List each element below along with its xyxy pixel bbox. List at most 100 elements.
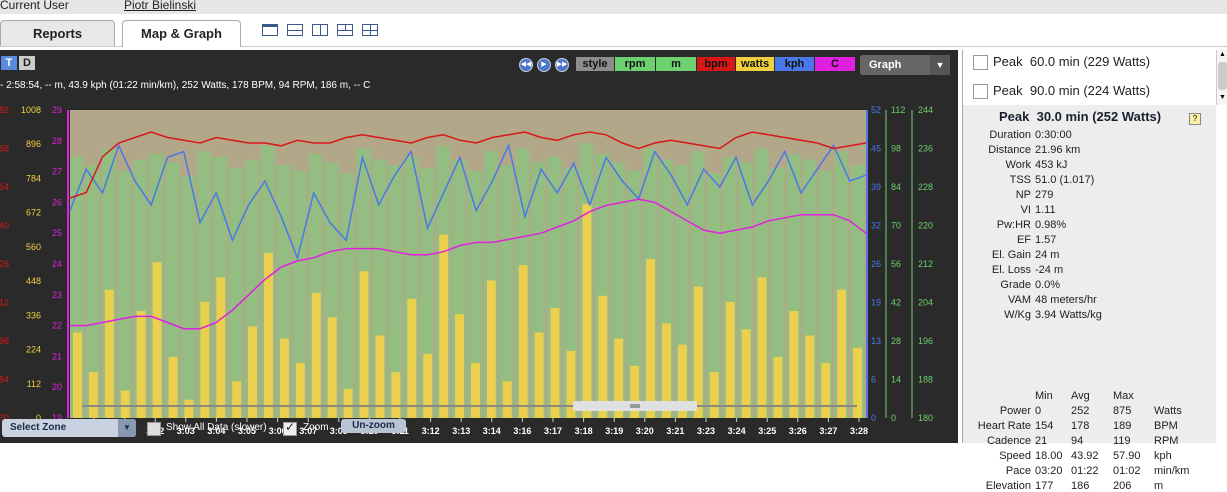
watts-bar: [343, 388, 353, 418]
legend-rpm[interactable]: rpm: [615, 57, 655, 71]
graph-select-label: Graph: [869, 59, 902, 71]
temp-axis-tick: 28: [52, 136, 62, 146]
stat-label: VAM: [1007, 294, 1031, 306]
table-cell: kph: [1154, 450, 1172, 462]
scroll-up-icon[interactable]: ▲: [1218, 51, 1227, 60]
legend-watts[interactable]: watts: [736, 57, 774, 71]
grip-icon: [630, 404, 640, 408]
help-icon[interactable]: ?: [1189, 113, 1201, 125]
watts-axis-tick: 784: [26, 173, 41, 183]
bpm-axis-tick: 84: [0, 375, 9, 385]
top-bar: Current User Piotr Bielinski: [0, 0, 1227, 14]
table-cell: 01:02: [1113, 465, 1141, 477]
show-all-data-checkbox[interactable]: [147, 422, 161, 436]
table-cell: Watts: [1154, 405, 1182, 417]
peak-60-checkbox[interactable]: [973, 55, 988, 70]
stat-value: 0:30:00: [1035, 129, 1072, 141]
rpm-bar: [229, 167, 244, 418]
stat-label: Grade: [1000, 279, 1031, 291]
peak-90-label: Peak 90.0 min (224 Watts): [993, 83, 1151, 98]
rpm-bar: [181, 176, 196, 418]
unzoom-button[interactable]: Un-zoom: [341, 419, 406, 433]
table-cell: 18.00: [1035, 450, 1063, 462]
temp-axis-tick: 26: [52, 197, 62, 207]
peaks-scrollbar[interactable]: ▲ ▼: [1216, 50, 1227, 105]
select-zone-dropdown[interactable]: Select Zone ▼: [2, 419, 136, 437]
peak-stats-panel: Peak 30.0 min (252 Watts) ? Duration 0:30…: [963, 105, 1216, 492]
layout-three-pane-icon[interactable]: [337, 24, 353, 36]
watts-bar: [232, 381, 242, 418]
watts-bar: [789, 311, 799, 418]
distance-toggle-button[interactable]: D: [19, 56, 35, 70]
watts-bar: [518, 265, 528, 418]
rpm-axis-tick: 0: [891, 413, 896, 423]
watts-bar: [821, 363, 831, 418]
rpm-axis-tick: 112: [891, 105, 905, 115]
watts-axis-tick: 560: [26, 242, 41, 252]
peak-90-checkbox[interactable]: [973, 84, 988, 99]
time-toggle-button[interactable]: T: [1, 56, 17, 70]
show-all-data-label: Show All Data (slower): [166, 422, 267, 433]
x-tick-label: 3:27: [819, 426, 837, 436]
tab-reports[interactable]: Reports: [0, 20, 115, 46]
chevron-down-icon: ▼: [118, 419, 136, 437]
rewind-icon[interactable]: ◀◀: [519, 58, 533, 72]
kph-axis-tick: 0: [871, 413, 876, 423]
table-cell: 875: [1113, 405, 1132, 417]
rpm-axis-tick: 84: [891, 182, 901, 192]
stat-label: TSS: [1009, 174, 1031, 186]
bpm-axis-tick: 168: [0, 144, 9, 154]
rpm-axis-tick: 14: [891, 375, 901, 385]
kph-axis-tick: 52: [871, 105, 881, 115]
layout-horizontal-split-icon[interactable]: [287, 24, 303, 36]
tab-bar: Reports Map & Graph: [0, 14, 1227, 47]
layout-four-pane-icon[interactable]: [362, 24, 378, 36]
play-icon[interactable]: ▶: [537, 58, 551, 72]
x-tick-label: 3:24: [728, 426, 746, 436]
zoom-slider-handle[interactable]: [573, 401, 697, 411]
zoom-slider-track[interactable]: [82, 405, 857, 407]
x-tick-label: 3:20: [636, 426, 654, 436]
stat-value: 453 kJ: [1035, 159, 1068, 171]
layout-single-icon[interactable]: [262, 24, 278, 36]
user-name-link[interactable]: Piotr Bielinski: [124, 0, 196, 12]
fast-forward-icon[interactable]: ▶▶: [555, 58, 569, 72]
elevation-axis-tick: 180: [918, 413, 933, 423]
legend-m[interactable]: m: [656, 57, 696, 71]
scroll-thumb[interactable]: [1218, 62, 1227, 90]
graph-select[interactable]: Graph ▼: [860, 55, 950, 75]
table-cell: 94: [1071, 435, 1084, 447]
bpm-axis-tick: 182: [0, 105, 9, 115]
chart-svg[interactable]: 7084981121261401541681820112224336448560…: [0, 98, 958, 446]
stat-label: El. Loss: [991, 264, 1031, 276]
stat-label: NP: [1015, 189, 1031, 201]
rpm-axis-tick: 56: [891, 259, 901, 269]
watts-bar: [486, 280, 496, 418]
legend-kph[interactable]: kph: [775, 57, 814, 71]
watts-axis-tick: 336: [26, 310, 41, 320]
watts-bar: [168, 356, 178, 418]
watts-bar: [327, 317, 337, 418]
temp-axis-tick: 20: [52, 382, 62, 392]
x-tick-label: 3:23: [697, 426, 715, 436]
zoom-checkbox[interactable]: ✓: [283, 420, 297, 436]
watts-bar: [598, 295, 608, 418]
chevron-down-icon: ▼: [930, 55, 950, 75]
layout-vertical-split-icon[interactable]: [312, 24, 328, 36]
kph-axis-tick: 26: [871, 259, 881, 269]
table-cell: BPM: [1154, 420, 1178, 432]
watts-bar: [757, 277, 767, 418]
legend-style[interactable]: style: [576, 57, 614, 71]
table-cell: 21: [1035, 435, 1048, 447]
elevation-axis-tick: 204: [918, 298, 933, 308]
table-cell: 206: [1113, 480, 1132, 492]
cursor-info-line: - 2:58:54, -- m, 43.9 kph (01:22 min/km)…: [0, 80, 371, 91]
watts-bar: [502, 381, 512, 418]
scroll-down-icon[interactable]: ▼: [1218, 94, 1227, 103]
tab-map-graph[interactable]: Map & Graph: [122, 20, 241, 47]
watts-bar: [184, 399, 194, 418]
legend-bpm[interactable]: bpm: [697, 57, 735, 71]
legend-c[interactable]: C: [815, 57, 855, 71]
table-cell: 01:22: [1071, 465, 1099, 477]
table-row-label: Cadence: [986, 435, 1031, 447]
